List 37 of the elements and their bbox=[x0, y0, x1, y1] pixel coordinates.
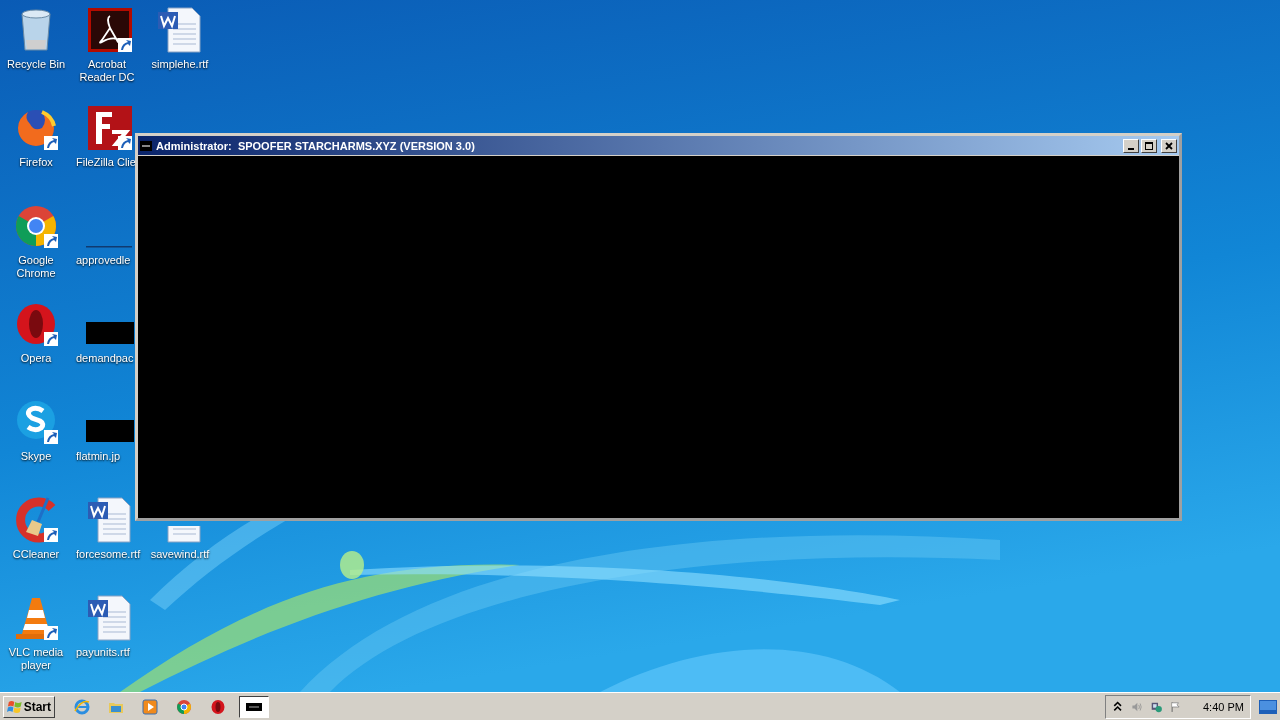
icon-label[interactable]: approvedle bbox=[76, 254, 131, 267]
console-icon bbox=[140, 140, 152, 151]
document-icon[interactable] bbox=[86, 496, 134, 544]
icon-label[interactable]: Firefox bbox=[19, 156, 53, 169]
close-icon bbox=[1164, 140, 1174, 151]
maximize-icon bbox=[1144, 140, 1154, 151]
ie-logo-icon bbox=[74, 698, 90, 715]
window-title: Administrator: SPOOFER STARCHARMS.XYZ (VERSION 3.0) bbox=[156, 139, 476, 152]
start-button[interactable]: Start bbox=[3, 695, 55, 718]
icon-label[interactable]: payunits.rtf bbox=[76, 646, 130, 659]
icon-label[interactable]: simplehe.rtf bbox=[151, 58, 209, 71]
play-button-icon bbox=[142, 698, 158, 715]
close-button[interactable] bbox=[1161, 138, 1177, 153]
filezilla-logo-icon[interactable] bbox=[86, 104, 134, 152]
pdf-logo-icon[interactable] bbox=[86, 6, 134, 54]
icon-label[interactable]: Opera bbox=[20, 352, 52, 365]
maximize-button[interactable] bbox=[1141, 138, 1157, 153]
document-icon[interactable] bbox=[86, 594, 134, 642]
minimize-icon bbox=[1128, 147, 1134, 150]
icon-label[interactable]: FileZilla Clie bbox=[76, 156, 136, 169]
icon-label[interactable]: CCleaner bbox=[12, 548, 60, 561]
opera-logo-icon bbox=[210, 698, 226, 715]
icon-label[interactable]: Skype bbox=[20, 450, 52, 463]
windows-logo-icon bbox=[7, 699, 22, 714]
icon-label[interactable]: demandpac bbox=[76, 352, 134, 365]
clock[interactable]: 4:40 PM bbox=[1203, 700, 1244, 713]
icon-label[interactable]: flatmin.jp bbox=[76, 450, 121, 463]
document-icon[interactable] bbox=[156, 6, 204, 54]
icon-label[interactable]: VLC media player bbox=[6, 646, 66, 672]
show-desktop-icon[interactable] bbox=[1259, 699, 1277, 714]
taskbar-button[interactable] bbox=[239, 695, 269, 718]
icon-label[interactable]: Recycle Bin bbox=[6, 58, 66, 71]
chrome-logo-icon bbox=[176, 698, 192, 715]
minimize-button[interactable] bbox=[1123, 138, 1139, 153]
icon-label[interactable]: Google Chrome bbox=[6, 254, 66, 280]
icon-label[interactable]: Acrobat Reader DC bbox=[76, 58, 138, 84]
icon-label[interactable]: savewind.rtf bbox=[150, 548, 210, 561]
